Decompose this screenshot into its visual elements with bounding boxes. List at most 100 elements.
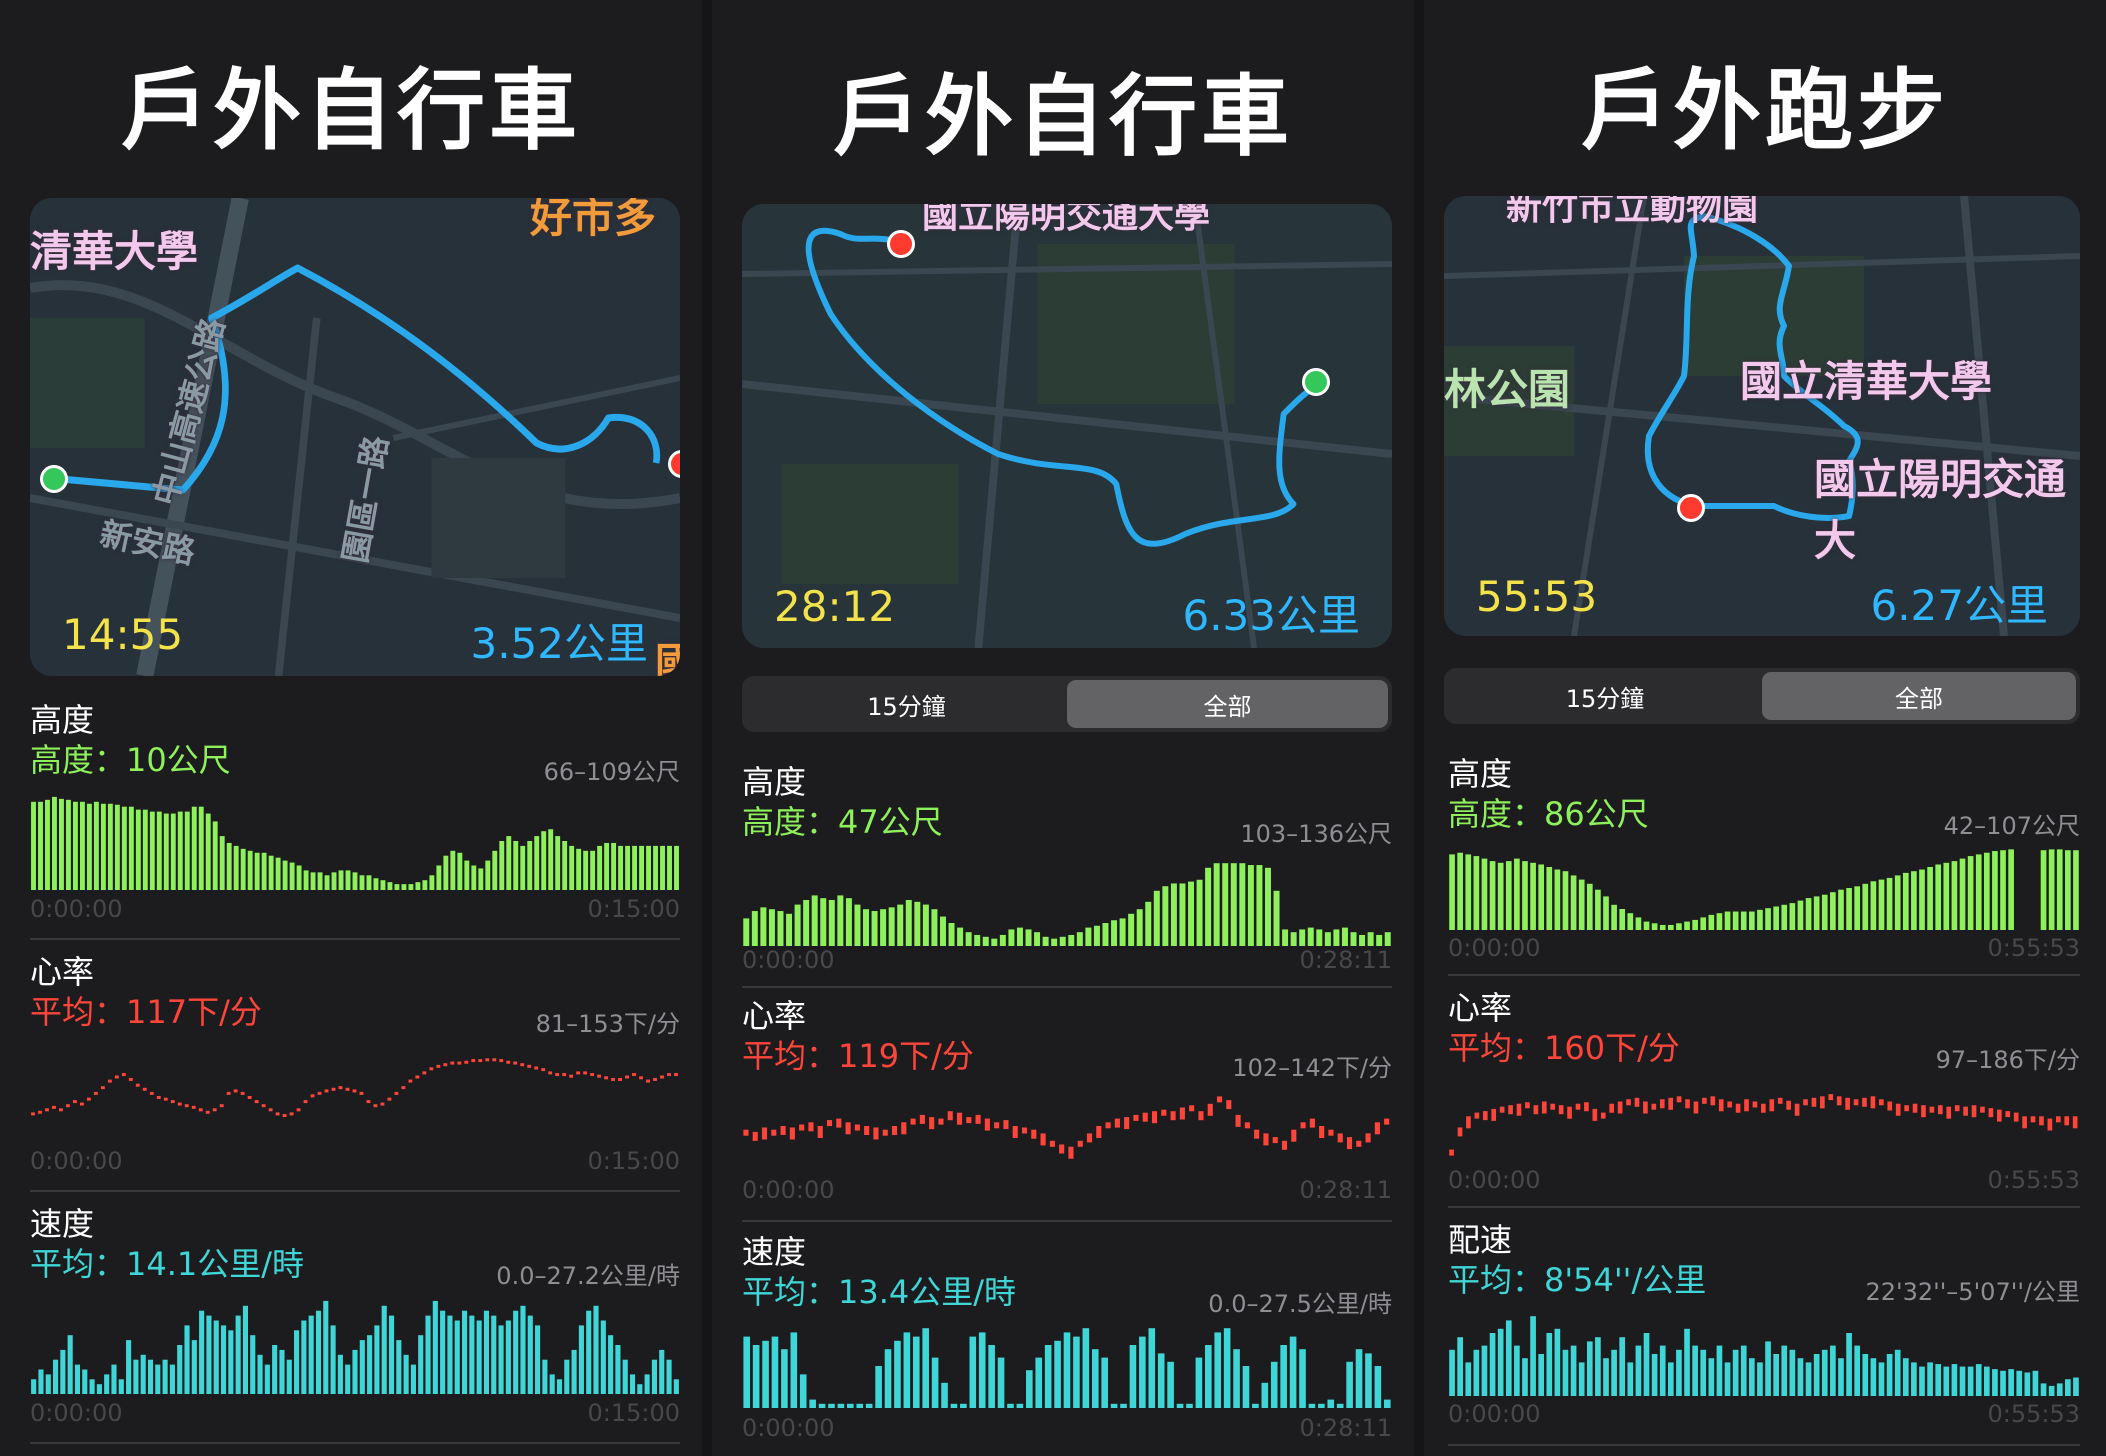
chart-bar [303, 870, 309, 890]
chart-bar [1911, 871, 1917, 930]
chart-bar [212, 821, 218, 890]
chart-bar [59, 798, 64, 890]
heart-rate-point [114, 1075, 119, 1079]
chart-bar [359, 1340, 365, 1394]
heart-rate-point [548, 1071, 553, 1075]
chart-bar [1188, 881, 1195, 946]
heart-rate-bar [1567, 1106, 1572, 1119]
chart-bar [790, 1332, 798, 1408]
speed-metric[interactable]: 速度 平均：14.1公里/時 0.0–27.2公里/時 0:00:00 0:15… [30, 1204, 680, 1434]
heart-rate-point [226, 1091, 231, 1095]
chart-bar [67, 1335, 73, 1394]
heart-rate-bar [1828, 1094, 1834, 1101]
chart-bar [982, 936, 989, 946]
segment-all[interactable]: 全部 [1762, 672, 2076, 720]
chart-bar [1749, 911, 1755, 930]
route-map[interactable]: 清華大學 好市多 新安路 中山高速公路 園區一路 國道 14:55 3.52公里 [30, 198, 680, 676]
chart-bar [1473, 1349, 1480, 1396]
heart-rate-point [65, 1104, 70, 1108]
metric-title: 高度 [742, 763, 807, 801]
chart-bar [2008, 1369, 2014, 1396]
speed-metric[interactable]: 速度 平均：13.4公里/時 0.0–27.5公里/時 0:00:00 0:28… [742, 1232, 1392, 1454]
chart-bar [1449, 1349, 1455, 1396]
heart-rate-bar [1794, 1103, 1800, 1116]
heart-rate-metric[interactable]: 心率 平均：119下/分 102–142下/分 0:00:00 0:28:11 [742, 996, 1392, 1206]
heart-rate-bar [1365, 1133, 1371, 1143]
chart-bar [140, 1354, 146, 1394]
segment-all[interactable]: 全部 [1067, 680, 1388, 728]
heart-rate-bar [1133, 1114, 1139, 1121]
chart-bar [1797, 1358, 1804, 1396]
pace-metric[interactable]: 配速 平均：8'54''/公里 22'32''–5'07''/公里 0:00:0… [1448, 1220, 2080, 1442]
heart-rate-point [93, 1091, 98, 1095]
axis-end: 0:55:53 [1987, 934, 2080, 962]
heart-rate-bar [1374, 1122, 1380, 1135]
chart-bar [447, 1315, 453, 1394]
route-map[interactable]: 國立陽明交通大學 28:12 6.33公里 [742, 204, 1392, 648]
heart-rate-bar [1124, 1117, 1130, 1130]
chart-bar [1205, 867, 1212, 946]
chart-bar [666, 1359, 672, 1394]
heart-rate-point [128, 1077, 133, 1081]
chart-bar [1289, 1336, 1297, 1408]
heart-rate-bar [1752, 1101, 1758, 1108]
chart-bar [513, 841, 519, 890]
chart-bar [1497, 1328, 1504, 1396]
start-pin-icon [1302, 368, 1330, 396]
chart-bar [450, 850, 456, 890]
route-map[interactable]: 新竹市立動物園 林公園 國立清華大學 國立陽明交通大 55:53 6.27公里 [1444, 196, 2080, 636]
chart-bar [600, 1320, 606, 1394]
range-segmented-control[interactable]: 15分鐘 全部 [742, 676, 1392, 732]
chart-bar [1757, 1362, 1763, 1396]
chart-bar [1120, 1403, 1127, 1408]
heart-rate-bar [1988, 1108, 1994, 1118]
map-label: 清華大學 [30, 227, 199, 276]
heart-rate-point [485, 1058, 490, 1062]
chart-bar [593, 1305, 599, 1394]
speed-chart [30, 1296, 680, 1394]
chart-bar [590, 850, 596, 890]
heart-rate-chart [742, 1086, 1392, 1166]
heart-rate-metric[interactable]: 心率 平均：117下/分 81–153下/分 0:00:00 0:15:00 [30, 952, 680, 1182]
chart-bar [618, 845, 624, 890]
chart-bar [1299, 1349, 1306, 1408]
chart-bar [1546, 1333, 1553, 1396]
chart-bar [1016, 1403, 1024, 1408]
chart-bar [1773, 1354, 1779, 1396]
speed-chart [742, 1324, 1392, 1408]
chart-bar [542, 1359, 548, 1394]
metric-range: 22'32''–5'07''/公里 [1865, 1278, 2080, 1306]
chart-bar [408, 884, 414, 890]
chart-bar [837, 895, 844, 946]
heart-rate-bar [1474, 1112, 1480, 1119]
chart-bar [762, 1340, 769, 1408]
elevation-metric[interactable]: 高度 高度：10公尺 66–109公尺 0:00:00 0:15:00 [30, 700, 680, 930]
chart-bar [1546, 867, 1553, 930]
elevation-metric[interactable]: 高度 高度：86公尺 42–107公尺 0:00:00 0:55:53 [1448, 754, 2080, 968]
range-segmented-control[interactable]: 15分鐘 全部 [1444, 668, 2080, 724]
heart-rate-bar [1491, 1108, 1497, 1121]
chart-bar [1473, 856, 1480, 930]
heart-rate-point [59, 1108, 63, 1112]
heart-rate-bar [1291, 1129, 1297, 1142]
elevation-metric[interactable]: 高度 高度：47公尺 103–136公尺 0:00:00 0:28:11 [742, 762, 1392, 982]
chart-bar [622, 1359, 628, 1394]
chart-bar [1562, 871, 1569, 930]
heart-rate-point [72, 1100, 77, 1104]
metric-chart-svg [743, 1096, 1390, 1159]
chart-bar [1911, 1362, 1917, 1396]
chart-bar [147, 1359, 154, 1394]
chart-bar [1230, 863, 1237, 946]
heart-rate-bar [1012, 1126, 1018, 1138]
chart-bar [1789, 1349, 1796, 1396]
heart-rate-bar [1938, 1105, 1943, 1115]
chart-bar [1578, 1362, 1585, 1396]
chart-bar [1538, 1354, 1545, 1396]
segment-15-min[interactable]: 15分鐘 [1448, 672, 1762, 720]
heart-rate-metric[interactable]: 心率 平均：160下/分 97–186下/分 0:00:00 0:55:53 [1448, 988, 2080, 1204]
heart-rate-point [338, 1086, 343, 1090]
heart-rate-point [254, 1100, 259, 1104]
workout-duration: 55:53 [1476, 572, 1598, 621]
segment-15-min[interactable]: 15分鐘 [746, 680, 1067, 728]
metric-range: 97–186下/分 [1935, 1046, 2080, 1074]
